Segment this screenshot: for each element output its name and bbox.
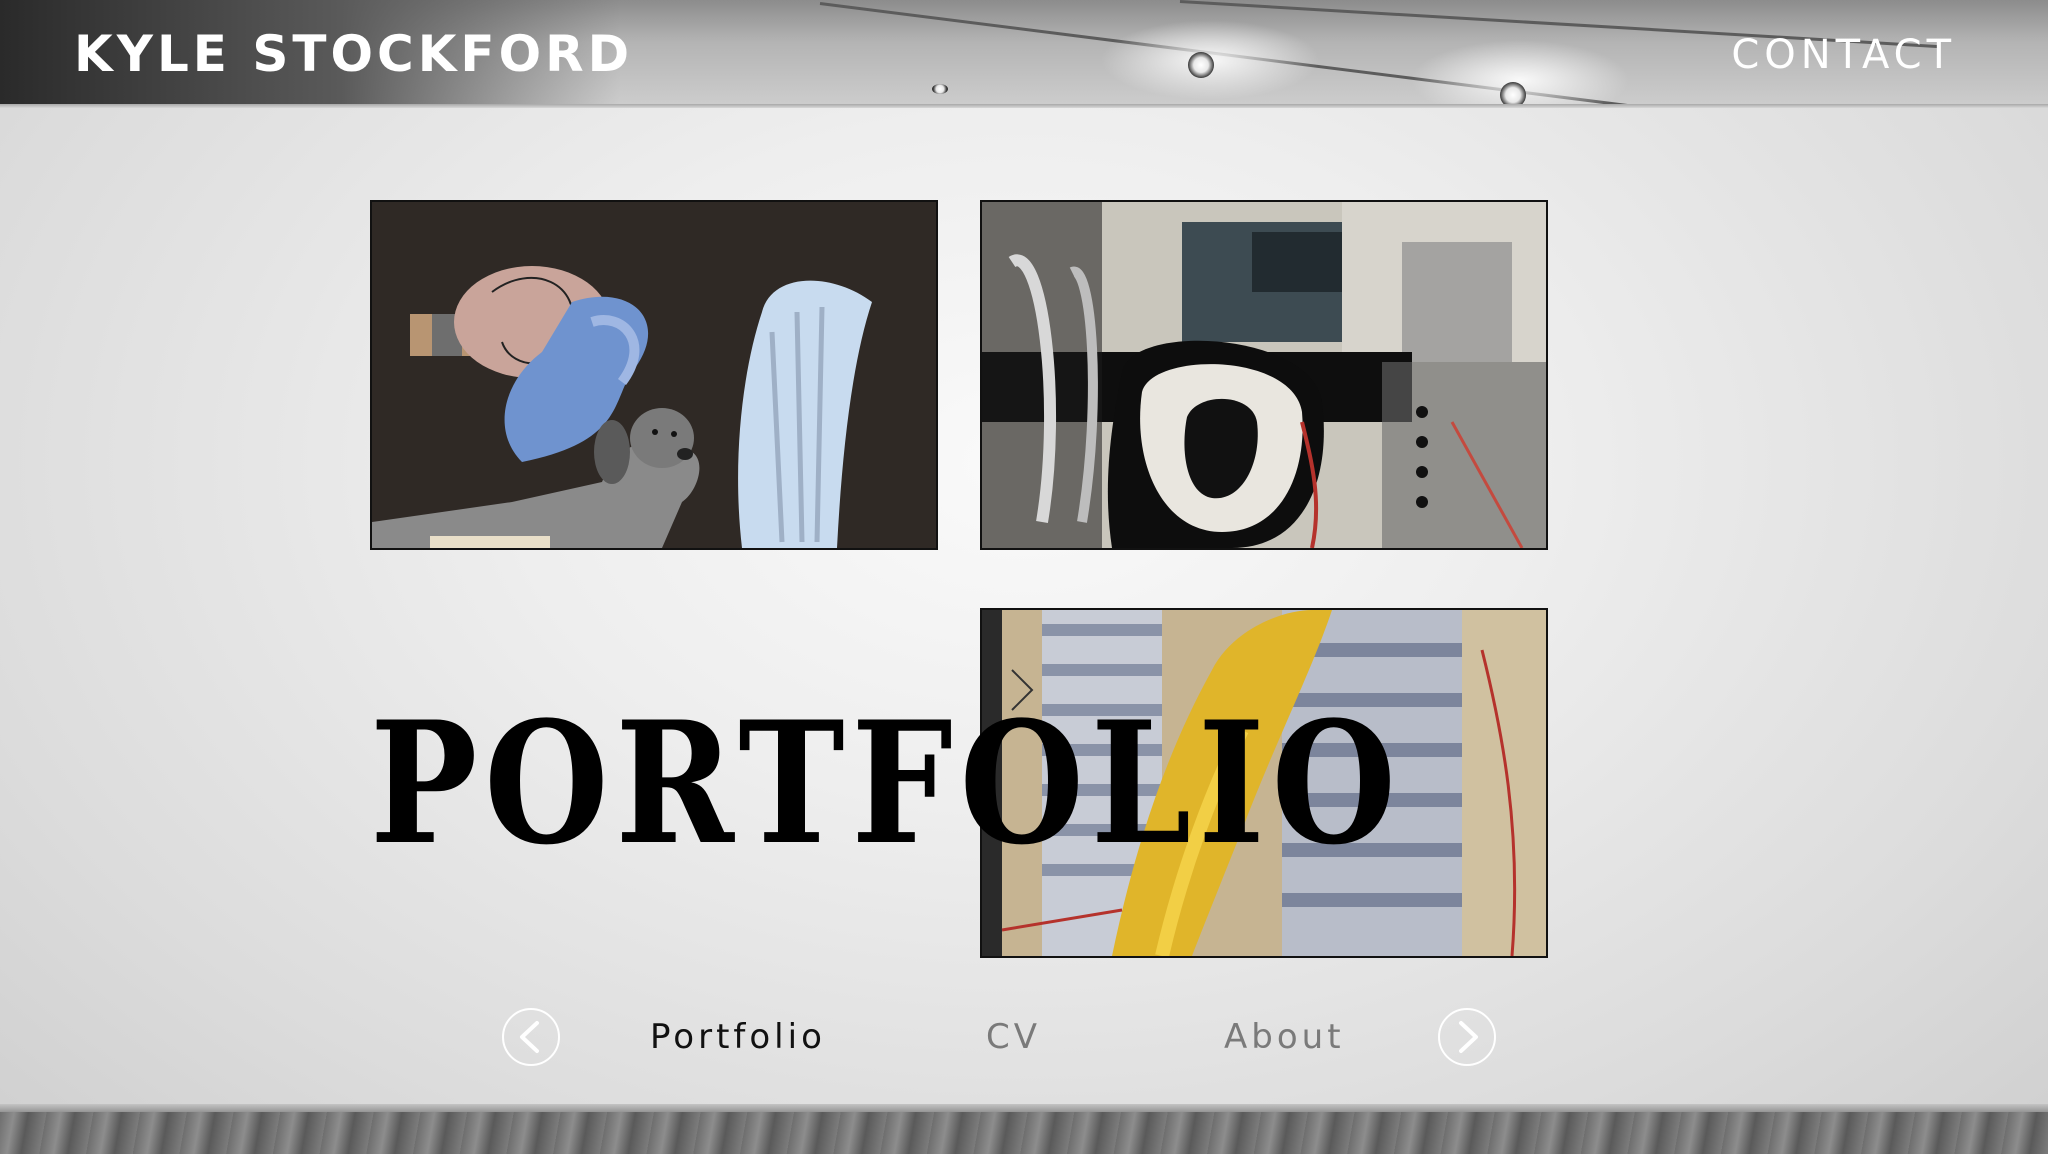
artwork-thumbnail-2[interactable] xyxy=(980,200,1548,550)
nav-item-portfolio[interactable]: Portfolio xyxy=(650,1014,826,1060)
nav-item-about[interactable]: About xyxy=(1224,1014,1345,1060)
chevron-left-icon xyxy=(520,1021,539,1053)
page-title: PORTFOLIO xyxy=(370,684,1403,882)
wall-edge xyxy=(0,104,2048,108)
spotlight xyxy=(1500,82,1526,106)
nav-item-cv[interactable]: CV xyxy=(986,1014,1041,1060)
spotlight xyxy=(932,84,948,94)
next-button[interactable] xyxy=(1438,1008,1496,1066)
contact-link[interactable]: CONTACT xyxy=(1731,28,1956,82)
chevron-right-icon xyxy=(1459,1021,1478,1053)
site-brand[interactable]: KYLE STOCKFORD xyxy=(74,24,633,84)
gallery-floor xyxy=(0,1112,2048,1154)
artwork-thumbnail-1[interactable] xyxy=(370,200,938,550)
abstract-black-white-artwork xyxy=(982,202,1546,548)
previous-button[interactable] xyxy=(502,1008,560,1066)
spotlight xyxy=(1188,52,1214,78)
collage-dachshund-artwork xyxy=(372,202,936,548)
